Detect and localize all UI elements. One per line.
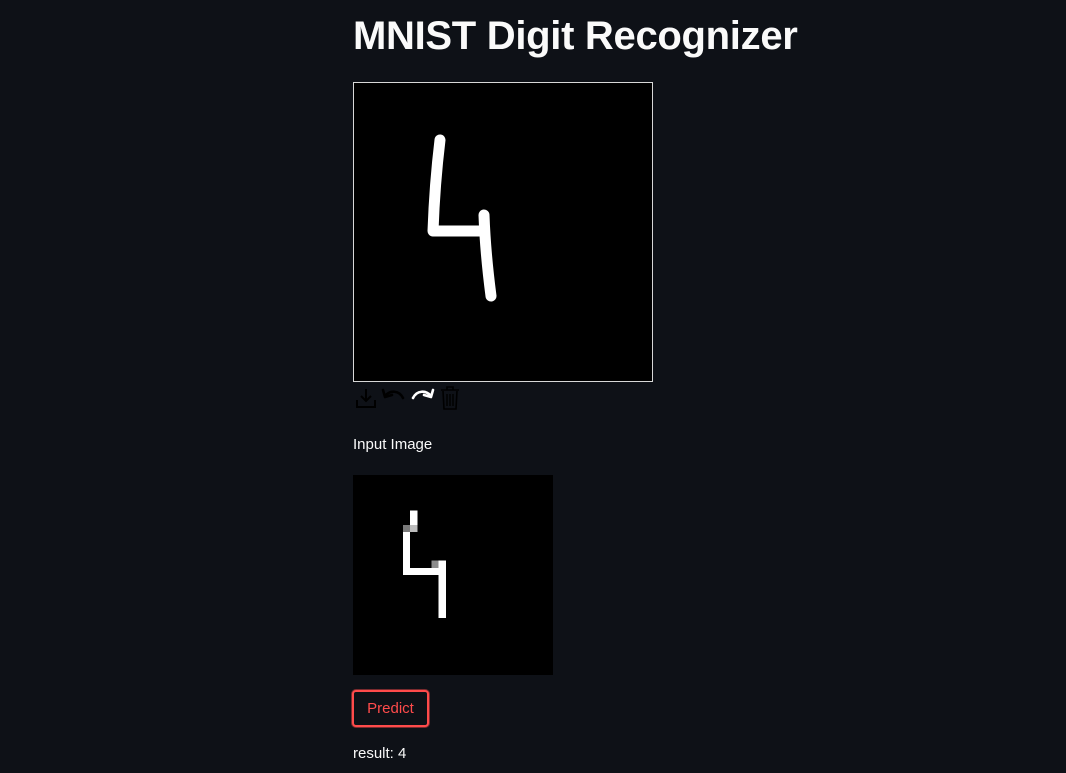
downsampled-digit [403,510,446,618]
drawn-digit-stroke [427,134,497,302]
undo-icon[interactable] [381,385,407,411]
result-text: result: 4 [353,745,407,762]
input-image-label: Input Image [353,436,433,453]
input-image-preview [353,475,553,675]
predict-button[interactable]: Predict [352,690,429,727]
drawing-canvas[interactable] [353,82,653,382]
canvas-toolbar [353,385,463,411]
app-page: MNIST Digit Recognizer Input Image Predi… [0,0,1066,773]
page-title: MNIST Digit Recognizer [353,14,798,58]
redo-icon[interactable] [409,385,435,411]
download-icon[interactable] [353,385,379,411]
trash-icon[interactable] [437,385,463,411]
